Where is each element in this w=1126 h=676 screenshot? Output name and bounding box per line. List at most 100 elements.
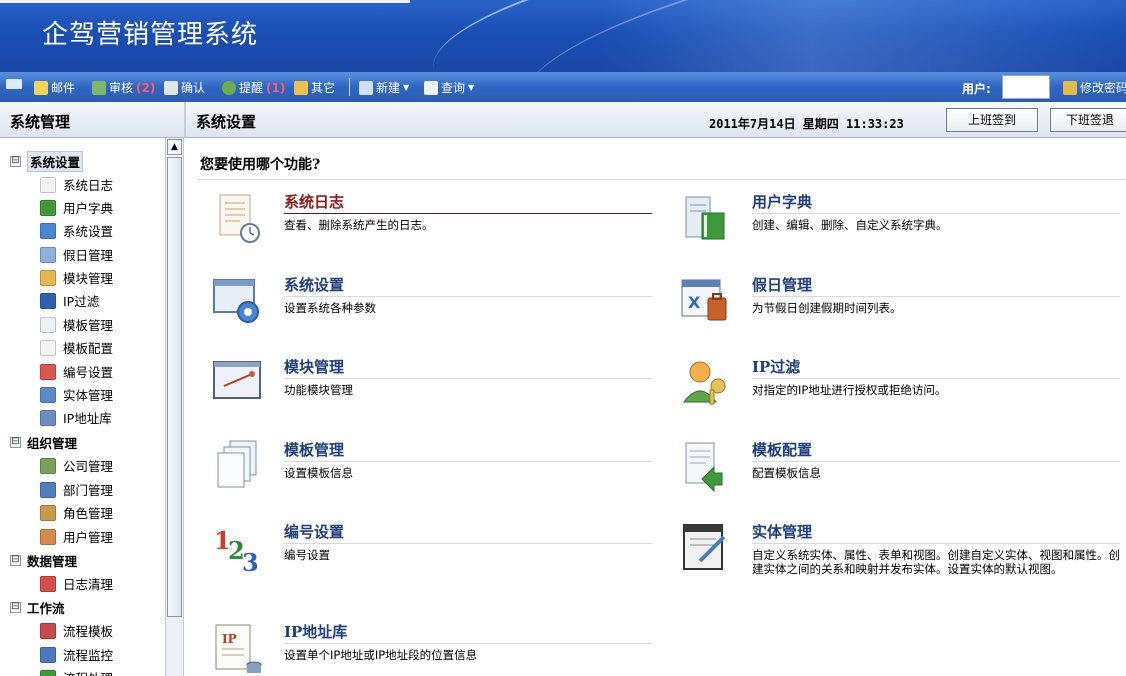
function-title[interactable]: 模板配置 bbox=[752, 439, 812, 460]
sidebar-item-template-config[interactable]: 模板配置 bbox=[40, 338, 113, 357]
page-title: 系统设置 bbox=[196, 113, 257, 131]
collapse-toggle[interactable]: ⊟ bbox=[10, 156, 21, 167]
sidebar-item-department[interactable]: 部门管理 bbox=[40, 480, 113, 499]
sidebar-item-log-cleanup[interactable]: 日志清理 bbox=[40, 574, 113, 593]
ip-database-icon: IP bbox=[215, 624, 262, 673]
new-label: 新建 bbox=[376, 81, 401, 95]
chevron-down-icon: ▼ bbox=[468, 83, 475, 92]
sidebar-item-user[interactable]: 用户管理 bbox=[40, 527, 113, 546]
role-group-icon bbox=[40, 504, 56, 521]
collapse-toggle[interactable]: ⊟ bbox=[10, 602, 21, 613]
sidebar-item-system-settings[interactable]: 系统设置 bbox=[40, 221, 113, 240]
sidebar-item-user-dictionary[interactable]: 用户字典 bbox=[40, 198, 113, 217]
checkout-button[interactable]: 下班签退 bbox=[1050, 108, 1126, 132]
confirm-button[interactable]: 确认 bbox=[164, 79, 205, 96]
tree-group-organization[interactable]: ⊟ 组织管理 bbox=[10, 433, 77, 452]
checkin-button[interactable]: 上班签到 bbox=[946, 108, 1038, 132]
function-title[interactable]: IP过滤 bbox=[752, 356, 800, 377]
sidebar-item-label: 日志清理 bbox=[63, 577, 114, 592]
template-config-icon bbox=[40, 339, 56, 356]
collapse-toggle[interactable]: ⊟ bbox=[10, 437, 21, 448]
sidebar-item-holiday[interactable]: 假日管理 bbox=[40, 245, 113, 264]
title-underline bbox=[284, 296, 652, 297]
menu-icon bbox=[6, 79, 22, 89]
function-numbering[interactable]: 1 2 3 编号设置 编号设置 bbox=[212, 521, 652, 601]
function-modules[interactable]: 模块管理 功能模块管理 bbox=[212, 356, 652, 436]
module-box-icon bbox=[40, 269, 56, 286]
toolbar-menu-button[interactable] bbox=[6, 79, 22, 89]
function-template-mgmt[interactable]: 模板管理 设置模板信息 bbox=[212, 439, 652, 519]
checklist-icon bbox=[164, 80, 178, 95]
sidebar-item-label: 部门管理 bbox=[63, 483, 114, 498]
sidebar-item-role[interactable]: 角色管理 bbox=[40, 503, 113, 522]
sidebar-item-entity[interactable]: 实体管理 bbox=[40, 385, 113, 404]
review-button[interactable]: 审核 (2) bbox=[92, 79, 155, 96]
sidebar-item-label: 公司管理 bbox=[63, 459, 114, 474]
function-entity[interactable]: 实体管理 自定义系统实体、属性、表单和视图。创建自定义实体、视图和属性。创建实体… bbox=[680, 521, 1120, 611]
sidebar-item-flow-template[interactable]: 流程模板 bbox=[40, 621, 113, 640]
function-description: 设置模板信息 bbox=[284, 466, 353, 480]
function-ip-database[interactable]: IP IP地址库 设置单个IP地址或IP地址段的位置信息 bbox=[212, 621, 652, 676]
sidebar-item-label: 流程处理 bbox=[63, 668, 113, 676]
review-label: 审核 bbox=[109, 81, 134, 95]
function-title[interactable]: 用户字典 bbox=[752, 191, 812, 212]
query-button[interactable]: 查询 ▼ bbox=[424, 79, 474, 96]
sidebar-item-ip-filter[interactable]: IP过滤 bbox=[40, 291, 99, 310]
mail-button[interactable]: 邮件 bbox=[34, 79, 75, 96]
holiday-calendar-icon: X bbox=[681, 279, 727, 321]
function-system-log[interactable]: 系统日志 查看、删除系统产生的日志。 bbox=[212, 191, 652, 271]
tree-group-data[interactable]: ⊟ 数据管理 bbox=[10, 551, 77, 570]
other-button[interactable]: 其它 bbox=[294, 79, 335, 96]
sidebar-item-company[interactable]: 公司管理 bbox=[40, 456, 113, 475]
collapse-toggle[interactable]: ⊟ bbox=[10, 555, 21, 566]
change-password-button[interactable]: 修改密码 bbox=[1063, 79, 1126, 96]
function-user-dictionary[interactable]: 用户字典 创建、编辑、删除、自定义系统字典。 bbox=[680, 191, 1120, 271]
function-template-config[interactable]: 模板配置 配置模板信息 bbox=[680, 439, 1120, 519]
tree-group-label: 系统设置 bbox=[27, 151, 84, 172]
svg-text:IP: IP bbox=[222, 632, 237, 646]
sidebar-item-label: 模板管理 bbox=[63, 318, 114, 333]
sidebar-item-flow-process[interactable]: 流程处理 bbox=[40, 668, 113, 676]
scroll-thumb[interactable] bbox=[167, 157, 182, 617]
function-title[interactable]: 系统设置 bbox=[284, 274, 344, 295]
title-underline bbox=[752, 213, 1120, 214]
function-title[interactable]: 模块管理 bbox=[284, 356, 344, 377]
review-count: (2) bbox=[136, 80, 156, 95]
function-ip-filter[interactable]: IP过滤 对指定的IP地址进行授权或拒绝访问。 bbox=[680, 356, 1120, 436]
function-title[interactable]: 实体管理 bbox=[752, 521, 812, 542]
remind-button[interactable]: 提醒 (1) bbox=[222, 79, 285, 96]
key-user-icon bbox=[1063, 80, 1077, 95]
sidebar-item-modules[interactable]: 模块管理 bbox=[40, 268, 113, 287]
confirm-label: 确认 bbox=[181, 81, 206, 95]
tree-group-workflow[interactable]: ⊟ 工作流 bbox=[10, 598, 65, 617]
query-icon bbox=[424, 80, 438, 95]
sidebar-scrollbar[interactable]: ▲ bbox=[165, 138, 183, 676]
sidebar-item-label: 编号设置 bbox=[63, 365, 114, 380]
sidebar-item-numbering[interactable]: 编号设置 bbox=[40, 362, 113, 381]
ip-database-icon bbox=[40, 409, 56, 426]
title-underline bbox=[284, 378, 652, 379]
tree-group-system-settings[interactable]: ⊟ 系统设置 bbox=[10, 151, 84, 172]
function-system-settings[interactable]: 系统设置 设置系统各种参数 bbox=[212, 274, 652, 354]
sidebar-item-label: 模块管理 bbox=[63, 271, 114, 286]
sidebar-item-template-mgmt[interactable]: 模板管理 bbox=[40, 315, 113, 334]
department-icon bbox=[40, 481, 56, 498]
function-title[interactable]: 编号设置 bbox=[284, 521, 344, 542]
function-holiday[interactable]: X 假日管理 为节假日创建假期时间列表。 bbox=[680, 274, 1120, 354]
sidebar-item-system-log[interactable]: 系统日志 bbox=[40, 175, 113, 194]
sidebar-item-ip-database[interactable]: IP地址库 bbox=[40, 408, 112, 427]
sidebar-item-label: 模板配置 bbox=[63, 341, 114, 356]
function-title[interactable]: 模板管理 bbox=[284, 439, 344, 460]
calendar-icon bbox=[40, 246, 56, 263]
settings-icon bbox=[40, 222, 56, 239]
new-doc-icon bbox=[359, 80, 373, 95]
scroll-up-arrow-icon[interactable]: ▲ bbox=[167, 139, 182, 155]
function-title[interactable]: IP地址库 bbox=[284, 621, 347, 642]
app-banner: 企驾营销管理系统 bbox=[0, 0, 1126, 72]
section-header: 系统管理 系统设置 2011年7月14日 星期四 11:33:23 上班签到 下… bbox=[0, 102, 1126, 138]
dictionary-icon bbox=[40, 199, 56, 216]
function-title[interactable]: 系统日志 bbox=[284, 191, 344, 212]
function-title[interactable]: 假日管理 bbox=[752, 274, 812, 295]
sidebar-item-flow-monitor[interactable]: 流程监控 bbox=[40, 645, 113, 664]
new-button[interactable]: 新建 ▼ bbox=[359, 79, 409, 96]
